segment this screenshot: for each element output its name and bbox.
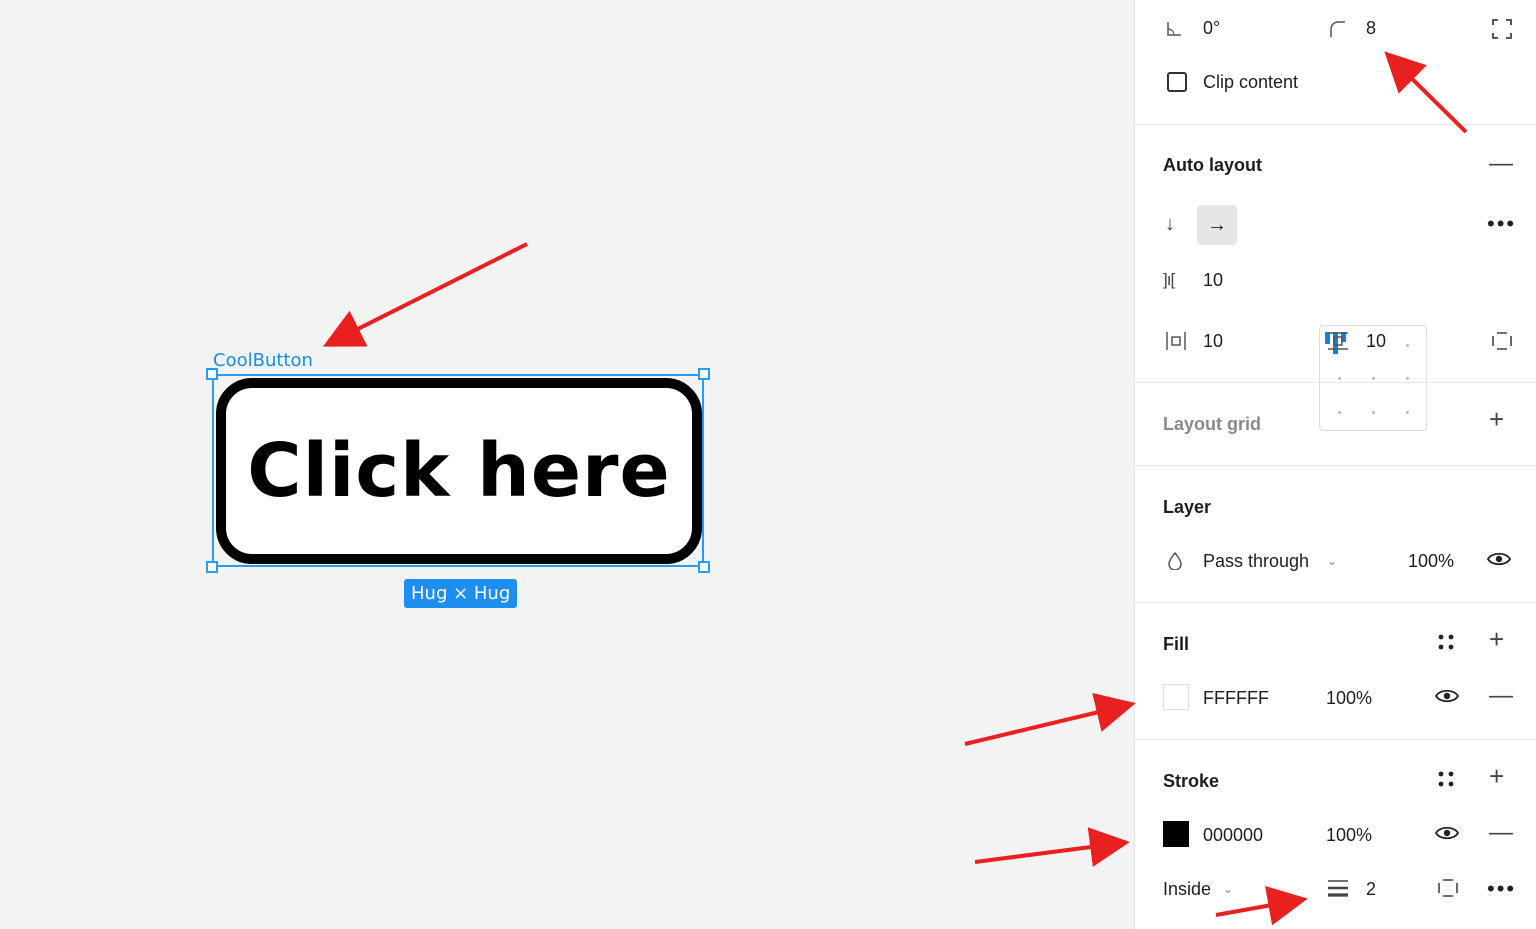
layout-grid-title: Layout grid xyxy=(1163,414,1261,434)
eye-icon[interactable] xyxy=(1486,550,1512,571)
layer-title: Layer xyxy=(1163,497,1212,517)
stroke-opacity-value[interactable]: 100% xyxy=(1326,825,1372,846)
size-badge: Hug × Hug xyxy=(404,579,518,608)
add-stroke-icon[interactable]: + xyxy=(1489,763,1504,789)
corner-radius-icon xyxy=(1329,20,1347,41)
stroke-hex-value[interactable]: 000000 xyxy=(1203,825,1263,846)
fill-visibility-eye-icon[interactable] xyxy=(1434,687,1460,708)
auto-layout-more-icon[interactable]: ••• xyxy=(1487,213,1516,235)
resize-handle-bottom-left[interactable] xyxy=(206,561,218,573)
auto-layout-section: Auto layout — ↓ → ]ı[ 10 ••• 10 10 xyxy=(1135,125,1536,431)
clip-content-checkbox[interactable] xyxy=(1167,72,1187,92)
fill-color-swatch[interactable] xyxy=(1163,684,1189,710)
corner-radius-value[interactable]: 8 xyxy=(1366,18,1376,39)
stroke-position-chevron-icon[interactable]: ⌄ xyxy=(1223,880,1233,898)
independent-padding-icon[interactable] xyxy=(1491,331,1513,354)
fill-hex-value[interactable]: FFFFFF xyxy=(1203,688,1269,709)
resize-handle-bottom-right[interactable] xyxy=(698,561,710,573)
selection-outline xyxy=(212,374,704,567)
frame-name-label[interactable]: CoolButton xyxy=(213,350,313,371)
fill-opacity-value[interactable]: 100% xyxy=(1326,688,1372,709)
horizontal-padding-value[interactable]: 10 xyxy=(1203,331,1223,352)
stroke-weight-value[interactable]: 2 xyxy=(1366,879,1376,900)
fill-styles-icon[interactable] xyxy=(1437,633,1455,654)
auto-layout-title: Auto layout xyxy=(1163,155,1262,175)
stroke-section: Stroke + 000000 100% — Inside ⌄ 2 ••• xyxy=(1135,740,1536,929)
layer-opacity-value[interactable]: 100% xyxy=(1408,551,1454,572)
spacing-icon: ]ı[ xyxy=(1163,270,1175,289)
stroke-more-icon[interactable]: ••• xyxy=(1487,878,1516,900)
design-canvas[interactable]: CoolButton Click here Hug × Hug xyxy=(0,0,1134,929)
resize-handle-top-right[interactable] xyxy=(698,368,710,380)
independent-corners-icon[interactable] xyxy=(1491,18,1513,43)
direction-vertical-icon[interactable]: ↓ xyxy=(1165,214,1175,234)
independent-strokes-icon[interactable] xyxy=(1437,878,1459,901)
blend-mode-select[interactable]: Pass through xyxy=(1203,551,1309,572)
stroke-color-swatch[interactable] xyxy=(1163,821,1189,847)
add-fill-icon[interactable]: + xyxy=(1489,626,1504,652)
frame-properties-section: 0° 8 Clip content xyxy=(1135,0,1536,125)
resize-handle-top-left[interactable] xyxy=(206,368,218,380)
layer-section: Layer Pass through ⌄ 100% xyxy=(1135,466,1536,603)
remove-auto-layout-icon[interactable]: — xyxy=(1489,152,1513,176)
item-spacing-value[interactable]: 10 xyxy=(1203,270,1223,291)
horizontal-padding-icon xyxy=(1165,331,1187,354)
stroke-position-select[interactable]: Inside xyxy=(1163,879,1211,900)
remove-fill-icon[interactable]: — xyxy=(1489,684,1513,708)
add-layout-grid-icon[interactable]: + xyxy=(1489,406,1504,432)
blend-mode-icon xyxy=(1167,551,1183,573)
clip-content-label: Clip content xyxy=(1203,72,1299,92)
properties-panel: 0° 8 Clip content Auto layout — ↓ → ]ı[ … xyxy=(1134,0,1536,929)
rotation-icon xyxy=(1165,20,1183,41)
layout-grid-section: Layout grid + xyxy=(1135,383,1536,466)
vertical-padding-value[interactable]: 10 xyxy=(1366,331,1386,352)
stroke-weight-icon xyxy=(1327,878,1349,901)
stroke-title: Stroke xyxy=(1163,771,1220,791)
vertical-padding-icon xyxy=(1327,331,1349,354)
stroke-visibility-eye-icon[interactable] xyxy=(1434,824,1460,845)
remove-stroke-icon[interactable]: — xyxy=(1489,821,1513,845)
chevron-down-icon[interactable]: ⌄ xyxy=(1327,552,1337,570)
direction-horizontal-button[interactable]: → xyxy=(1197,205,1237,245)
fill-title: Fill xyxy=(1163,634,1189,654)
rotation-value[interactable]: 0° xyxy=(1203,18,1220,39)
stroke-styles-icon[interactable] xyxy=(1437,770,1455,791)
fill-section: Fill + FFFFFF 100% — xyxy=(1135,603,1536,740)
